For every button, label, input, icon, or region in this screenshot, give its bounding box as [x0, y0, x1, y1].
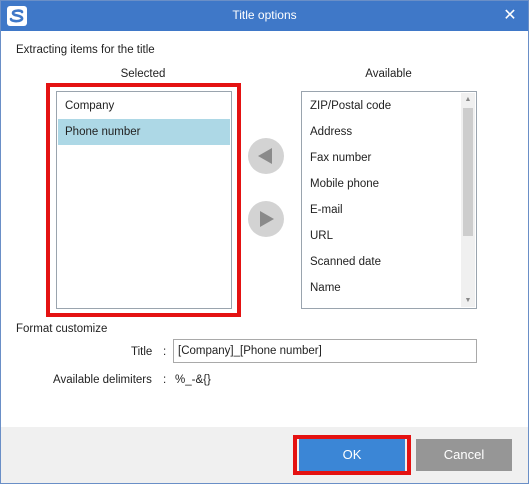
selected-item-phone-number[interactable]: Phone number: [58, 119, 230, 145]
title-format-input[interactable]: [173, 339, 477, 363]
move-to-selected-button[interactable]: [248, 138, 284, 174]
close-button[interactable]: ✕: [500, 6, 520, 26]
cancel-button[interactable]: Cancel: [416, 439, 512, 471]
delimiters-colon: :: [163, 374, 167, 386]
available-item[interactable]: URL: [303, 223, 460, 249]
arrow-right-icon: [260, 211, 274, 227]
delimiters-label: Available delimiters: [53, 374, 152, 386]
dialog-footer: OK Cancel: [1, 427, 528, 483]
scroll-thumb[interactable]: [463, 108, 473, 236]
available-item[interactable]: Name: [303, 275, 460, 301]
arrow-left-icon: [258, 148, 272, 164]
ok-button[interactable]: OK: [299, 439, 405, 471]
selected-item-company[interactable]: Company: [58, 93, 230, 119]
title-bar: Title options ✕: [1, 1, 528, 31]
move-to-available-button[interactable]: [248, 201, 284, 237]
selected-list[interactable]: Company Phone number: [56, 91, 232, 309]
available-item[interactable]: Address: [303, 119, 460, 145]
available-list-scrollbar[interactable]: ▲ ▼: [461, 93, 475, 307]
available-header: Available: [365, 68, 412, 80]
extracting-heading: Extracting items for the title: [16, 44, 155, 56]
window-title: Title options: [232, 8, 297, 22]
scroll-up-icon[interactable]: ▲: [461, 93, 475, 106]
available-item[interactable]: Fax number: [303, 145, 460, 171]
available-item[interactable]: ZIP/Postal code: [303, 93, 460, 119]
available-item[interactable]: E-mail: [303, 197, 460, 223]
available-item[interactable]: Mobile phone: [303, 171, 460, 197]
title-label: Title: [131, 346, 153, 358]
available-list[interactable]: ZIP/Postal code Address Fax number Mobil…: [301, 91, 477, 309]
title-colon: :: [163, 346, 167, 358]
available-item[interactable]: Scanned date: [303, 249, 460, 275]
title-options-dialog: Title options ✕ Extracting items for the…: [0, 0, 529, 484]
delimiters-value: %_-&{}: [175, 374, 211, 386]
format-heading: Format customize: [16, 323, 108, 335]
selected-header: Selected: [120, 68, 166, 80]
scroll-down-icon[interactable]: ▼: [461, 294, 475, 307]
